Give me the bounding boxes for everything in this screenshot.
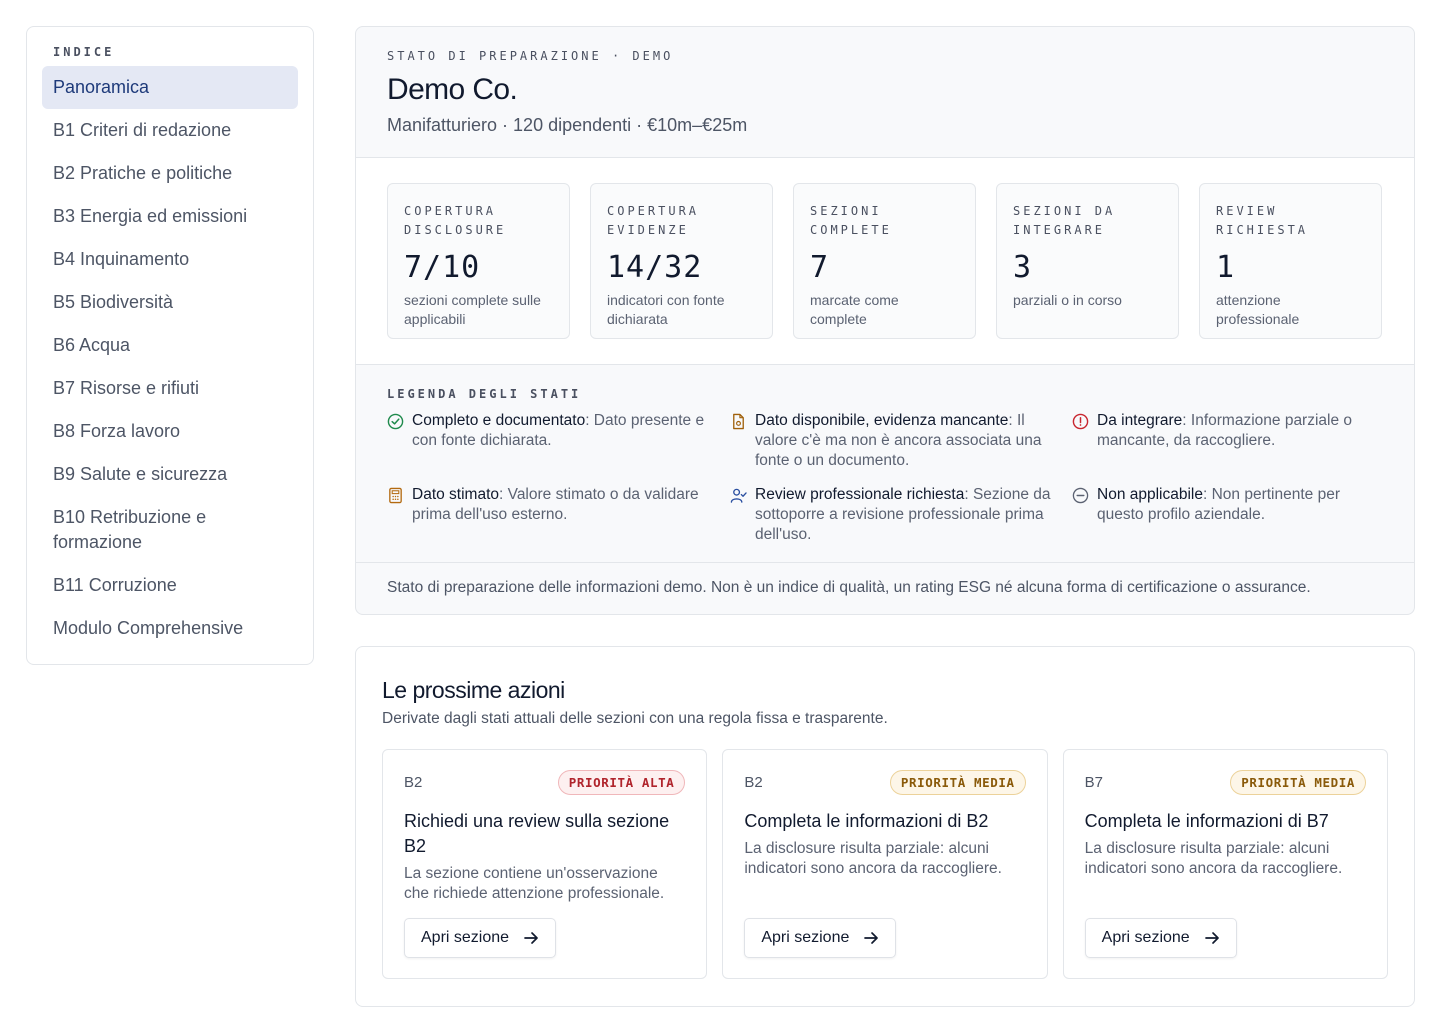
minus-circle-icon bbox=[1072, 487, 1089, 504]
metric-value: 7/10 bbox=[404, 250, 481, 285]
metric-value: 14/32 bbox=[607, 250, 703, 285]
sidebar-item-b10[interactable]: B10 Retribuzione e formazione bbox=[42, 496, 252, 564]
action-desc: La disclosure risulta parziale: alcuni i… bbox=[744, 840, 1002, 877]
legend-name: Non applicabile bbox=[1097, 486, 1203, 503]
sidebar-item-b8[interactable]: B8 Forza lavoro bbox=[42, 410, 298, 453]
section-code: B7 bbox=[1084, 774, 1104, 791]
legend-item-evidence-missing: Dato disponibile, evidenza mancante: Il … bbox=[730, 411, 1072, 471]
legend-item-not-applicable: Non applicabile: Non pertinente per ques… bbox=[1072, 485, 1392, 545]
metric-card: SEZIONI COMPLETE 7 marcate come complete bbox=[793, 183, 976, 339]
calculator-icon bbox=[389, 487, 402, 504]
legend-item-to-integrate: Da integrare: Informazione parziale o ma… bbox=[1072, 411, 1392, 471]
legend-text: Non applicabile: Non pertinente per ques… bbox=[1097, 485, 1374, 545]
sidebar-heading: INDICE bbox=[53, 45, 115, 59]
next-actions-panel: Le prossime azioni Derivate dagli stati … bbox=[355, 646, 1415, 1007]
metric-value: 7 bbox=[810, 250, 830, 285]
priority-badge: PRIORITÀ ALTA bbox=[557, 770, 686, 795]
sidebar-item-b2[interactable]: B2 Pratiche e politiche bbox=[42, 152, 298, 195]
legend-title: LEGENDA DEGLI STATI bbox=[387, 387, 582, 401]
legend-item-complete: Completo e documentato: Dato presente e … bbox=[387, 411, 730, 471]
button-label: Apri sezione bbox=[761, 929, 850, 946]
metric-value: 1 bbox=[1216, 250, 1236, 285]
open-section-button[interactable]: Apri sezione bbox=[404, 918, 557, 958]
panel-header: STATO DI PREPARAZIONE · DEMO Demo Co. Ma… bbox=[356, 27, 1414, 158]
priority-badge: PRIORITÀ MEDIA bbox=[889, 770, 1026, 795]
legend-text: Da integrare: Informazione parziale o ma… bbox=[1097, 411, 1374, 471]
sidebar-index: INDICE Panoramica B1 Criteri di redazion… bbox=[26, 26, 314, 665]
arrow-right-icon bbox=[864, 932, 879, 944]
sidebar-item-b5[interactable]: B5 Biodiversità bbox=[42, 281, 298, 324]
legend-name: Dato stimato bbox=[412, 486, 500, 503]
button-label: Apri sezione bbox=[421, 929, 510, 946]
action-title: Completa le informazioni di B2 bbox=[744, 811, 989, 831]
legend-item-estimated: Dato stimato: Valore stimato o da valida… bbox=[387, 485, 730, 545]
status-legend: LEGENDA DEGLI STATI Completo e documenta… bbox=[356, 365, 1414, 563]
button-label: Apri sezione bbox=[1101, 929, 1190, 946]
metric-value: 3 bbox=[1013, 250, 1033, 285]
actions-title: Le prossime azioni bbox=[382, 677, 565, 703]
arrow-right-icon bbox=[1204, 932, 1219, 944]
open-section-button[interactable]: Apri sezione bbox=[1084, 918, 1237, 958]
metric-label: COPERTURA DISCLOSURE bbox=[404, 204, 507, 237]
status-eyebrow: STATO DI PREPARAZIONE · DEMO bbox=[387, 49, 674, 63]
status-panel: STATO DI PREPARAZIONE · DEMO Demo Co. Ma… bbox=[355, 26, 1415, 615]
company-profile: Manifatturiero · 120 dipendenti · €10m–€… bbox=[387, 115, 748, 135]
action-card: B2 PRIORITÀ MEDIA Completa le informazio… bbox=[722, 749, 1048, 979]
sidebar-item-b3[interactable]: B3 Energia ed emissioni bbox=[42, 195, 298, 238]
action-cards: B2 PRIORITÀ ALTA Richiedi una review sul… bbox=[382, 749, 1388, 979]
legend-name: Review professionale richiesta bbox=[755, 486, 965, 503]
action-title: Richiedi una review sulla sezione B2 bbox=[404, 811, 670, 856]
sidebar-item-b1[interactable]: B1 Criteri di redazione bbox=[42, 109, 298, 152]
metric-label: REVIEW RICHIESTA bbox=[1216, 204, 1309, 237]
sidebar-item-b6[interactable]: B6 Acqua bbox=[42, 324, 298, 367]
legend-name: Dato disponibile, evidenza mancante bbox=[755, 412, 1009, 429]
user-check-icon bbox=[730, 488, 747, 503]
legend-item-review: Review professionale richiesta: Sezione … bbox=[730, 485, 1072, 545]
metric-desc: parziali o in corso bbox=[1013, 292, 1122, 308]
legend-name: Da integrare bbox=[1097, 412, 1183, 429]
legend-text: Dato stimato: Valore stimato o da valida… bbox=[412, 485, 712, 545]
metrics-row: COPERTURA DISCLOSURE 7/10 sezioni comple… bbox=[356, 158, 1414, 365]
legend-name: Completo e documentato bbox=[412, 412, 586, 429]
check-circle-icon bbox=[387, 413, 404, 430]
metric-card: COPERTURA DISCLOSURE 7/10 sezioni comple… bbox=[387, 183, 570, 339]
disclaimer: Stato di preparazione delle informazioni… bbox=[387, 579, 1311, 596]
metric-card: SEZIONI DA INTEGRARE 3 parziali o in cor… bbox=[996, 183, 1179, 339]
metric-desc: indicatori con fonte dichiarata bbox=[607, 292, 725, 327]
sidebar-item-b4[interactable]: B4 Inquinamento bbox=[42, 238, 298, 281]
section-code: B2 bbox=[404, 774, 423, 791]
metric-card: REVIEW RICHIESTA 1 attenzione profession… bbox=[1199, 183, 1382, 339]
priority-badge: PRIORITÀ MEDIA bbox=[1230, 770, 1366, 795]
sidebar-item-b7[interactable]: B7 Risorse e rifiuti bbox=[42, 367, 298, 410]
legend-text: Dato disponibile, evidenza mancante: Il … bbox=[755, 411, 1054, 471]
sidebar-item-comprehensive[interactable]: Modulo Comprehensive bbox=[42, 607, 298, 650]
sidebar-item-b11[interactable]: B11 Corruzione bbox=[42, 564, 298, 607]
company-name: Demo Co. bbox=[387, 73, 518, 106]
action-card: B2 PRIORITÀ ALTA Richiedi una review sul… bbox=[382, 749, 708, 979]
section-code: B2 bbox=[744, 774, 763, 791]
open-section-button[interactable]: Apri sezione bbox=[744, 918, 897, 958]
metric-desc: attenzione professionale bbox=[1216, 292, 1300, 327]
document-icon bbox=[733, 413, 744, 430]
action-card: B7 PRIORITÀ MEDIA Completa le informazio… bbox=[1062, 749, 1388, 979]
action-desc: La sezione contiene un'osservazione che … bbox=[404, 865, 665, 902]
legend-text: Review professionale richiesta: Sezione … bbox=[755, 485, 1054, 545]
action-desc: La disclosure risulta parziale: alcuni i… bbox=[1084, 840, 1343, 877]
metric-desc: sezioni complete sulle applicabili bbox=[404, 292, 541, 327]
metric-card: COPERTURA EVIDENZE 14/32 indicatori con … bbox=[590, 183, 773, 339]
metric-label: COPERTURA EVIDENZE bbox=[607, 204, 700, 237]
legend-text: Completo e documentato: Dato presente e … bbox=[412, 411, 712, 471]
actions-subtitle: Derivate dagli stati attuali delle sezio… bbox=[382, 710, 888, 727]
sidebar-item-panoramica[interactable]: Panoramica bbox=[42, 66, 298, 109]
metric-label: SEZIONI DA INTEGRARE bbox=[1013, 204, 1116, 237]
alert-circle-icon bbox=[1072, 413, 1089, 430]
action-title: Completa le informazioni di B7 bbox=[1084, 811, 1329, 831]
arrow-right-icon bbox=[524, 932, 538, 944]
metric-label: SEZIONI COMPLETE bbox=[810, 204, 892, 237]
metric-desc: marcate come complete bbox=[810, 292, 899, 327]
sidebar-item-b9[interactable]: B9 Salute e sicurezza bbox=[42, 453, 298, 496]
